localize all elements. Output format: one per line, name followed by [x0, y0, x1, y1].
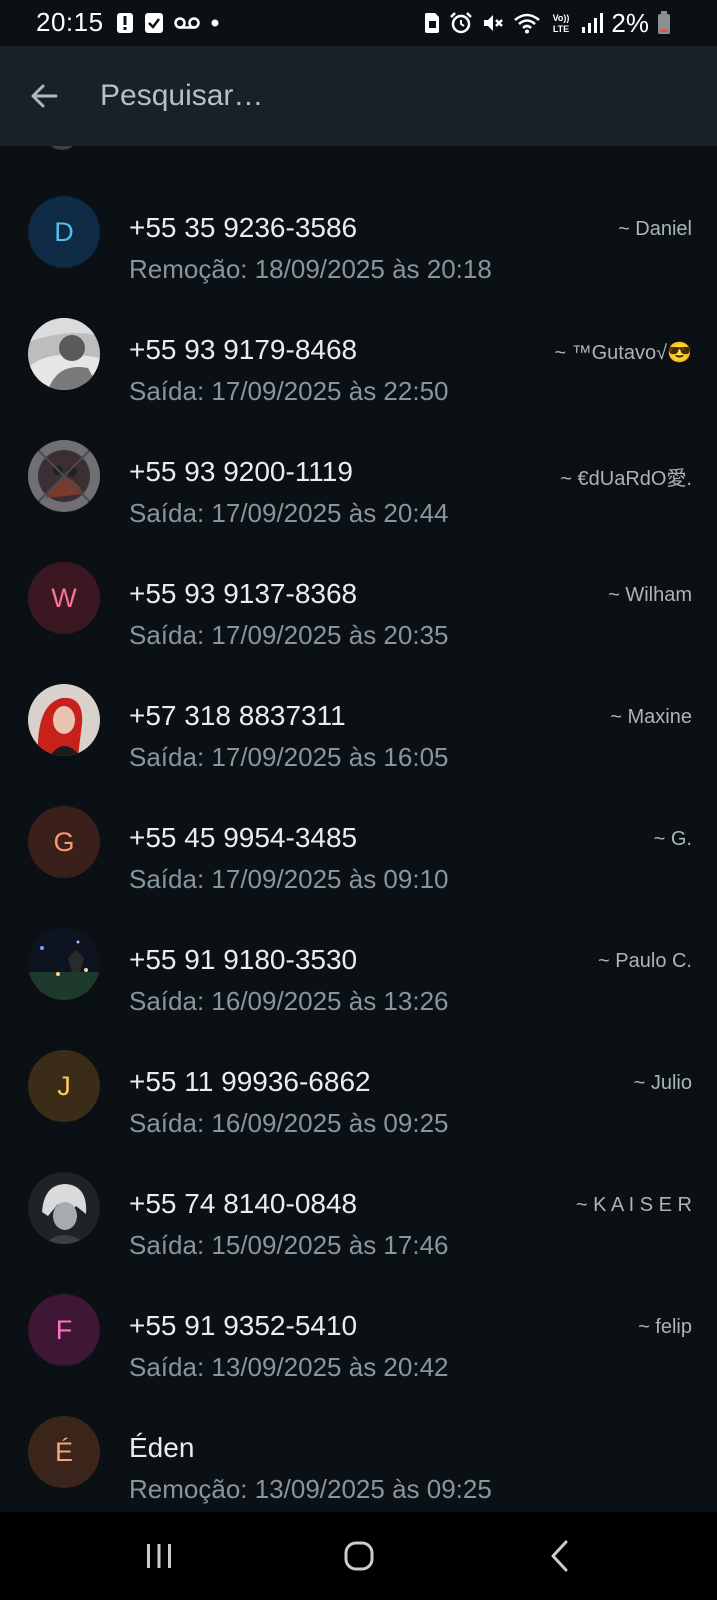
- volte-icon: Vo)) LTE: [553, 13, 570, 34]
- alarm-icon: [450, 12, 473, 34]
- back-button[interactable]: [24, 76, 64, 116]
- check-box-icon: [145, 13, 163, 33]
- avatar[interactable]: [28, 928, 100, 1000]
- signal-icon: [582, 13, 604, 33]
- contact-pushname: ~ G.: [653, 828, 692, 850]
- list-item[interactable]: +55 93 9200-1119 Saída: 17/09/2025 às 20…: [0, 410, 717, 532]
- contact-pushname: ~ felip: [638, 1316, 692, 1338]
- contact-status: Saída: 16/09/2025 às 09:25: [129, 1108, 449, 1138]
- wifi-icon: [514, 13, 541, 34]
- list-item[interactable]: +55 74 8140-0848 Saída: 15/09/2025 às 17…: [0, 1142, 717, 1264]
- contact-status: Saída: 17/09/2025 às 16:05: [129, 742, 449, 772]
- contact-pushname: ~ Maxine: [610, 706, 692, 728]
- avatar[interactable]: W: [28, 562, 100, 634]
- battery-icon: [658, 11, 670, 34]
- contact-name: Éden: [129, 1432, 195, 1463]
- avatar[interactable]: [28, 318, 100, 390]
- avatar[interactable]: [28, 684, 100, 756]
- status-system-icons: Vo)) LTE 2%: [423, 8, 671, 38]
- avatar-letter: É: [54, 1436, 73, 1467]
- mute-icon: [484, 15, 504, 31]
- contact-pushname: ~ Daniel: [618, 218, 692, 240]
- status-notification-icons: [116, 10, 220, 36]
- contact-number: +55 93 9137-8368: [129, 578, 358, 609]
- avatar[interactable]: É: [28, 1416, 100, 1488]
- contact-number: +57 318 8837311: [129, 700, 346, 731]
- search-input[interactable]: [100, 72, 680, 120]
- night-scene-photo: [28, 928, 100, 1000]
- avatar[interactable]: F: [28, 1294, 100, 1366]
- contact-number: +55 35 9236-3586: [129, 212, 358, 243]
- contact-status: Remoção: 18/09/2025 às 20:18: [129, 254, 492, 284]
- contact-status: Saída: 17/09/2025 às 20:44: [129, 498, 449, 528]
- list-item[interactable]: J +55 11 99936-6862 Saída: 16/09/2025 às…: [0, 1020, 717, 1142]
- avatar: [44, 146, 80, 150]
- dot-icon: [211, 19, 219, 27]
- contact-list[interactable]: D +55 35 9236-3586 Remoção: 18/09/2025 à…: [0, 146, 717, 1512]
- contact-pushname: ~ Paulo C.: [598, 950, 692, 972]
- list-item[interactable]: G +55 45 9954-3485 Saída: 17/09/2025 às …: [0, 776, 717, 898]
- avatar[interactable]: [28, 1172, 100, 1244]
- home-button[interactable]: [329, 1526, 389, 1586]
- search-header: [0, 46, 717, 146]
- svg-text:Vo)): Vo)): [553, 13, 570, 23]
- recent-apps-icon: [147, 1544, 171, 1568]
- contact-pushname: ~ Julio: [633, 1072, 692, 1094]
- avatar[interactable]: J: [28, 1050, 100, 1122]
- contact-status: Saída: 17/09/2025 às 20:35: [129, 620, 449, 650]
- alert-icon: [117, 13, 133, 33]
- contact-status: Saída: 15/09/2025 às 17:46: [129, 1230, 449, 1260]
- contact-status: Remoção: 13/09/2025 às 09:25: [129, 1474, 492, 1504]
- avatar-letter: G: [53, 826, 75, 857]
- avatar[interactable]: D: [28, 196, 100, 268]
- contact-pushname: ~ Wilham: [608, 584, 692, 606]
- voicemail-icon: [174, 17, 200, 29]
- contact-status: Saída: 17/09/2025 às 09:10: [129, 864, 449, 894]
- contact-pushname: ~ K A I S E R: [575, 1194, 692, 1216]
- list-item[interactable]: +57 318 8837311 Saída: 17/09/2025 às 16:…: [0, 654, 717, 776]
- dark-figure-photo: [28, 440, 100, 512]
- red-hair-photo: [28, 684, 100, 756]
- avatar[interactable]: [28, 440, 100, 512]
- contact-number: +55 91 9352-5410: [129, 1310, 358, 1341]
- contact-number: +55 74 8140-0848: [129, 1188, 358, 1219]
- contact-number: +55 91 9180-3530: [129, 944, 358, 975]
- contact-number: +55 11 99936-6862: [129, 1066, 371, 1097]
- partial-list-item: [0, 146, 717, 152]
- list-item[interactable]: D +55 35 9236-3586 Remoção: 18/09/2025 à…: [0, 166, 717, 288]
- list-item[interactable]: W +55 93 9137-8368 Saída: 17/09/2025 às …: [0, 532, 717, 654]
- svg-text:LTE: LTE: [553, 24, 569, 34]
- home-icon: [344, 1541, 374, 1571]
- contact-number: +55 93 9200-1119: [129, 456, 353, 487]
- list-item[interactable]: É Éden Remoção: 13/09/2025 às 09:25: [0, 1386, 717, 1508]
- recents-button[interactable]: [129, 1526, 189, 1586]
- contact-pushname: ~ ™Gutavo√😎: [554, 342, 692, 364]
- grayscale-photo: [28, 318, 100, 390]
- avatar-letter: W: [51, 582, 77, 613]
- contact-status: Saída: 13/09/2025 às 20:42: [129, 1352, 449, 1382]
- anime-photo: [28, 1172, 100, 1244]
- contact-status: Saída: 16/09/2025 às 13:26: [129, 986, 449, 1016]
- list-item[interactable]: +55 91 9180-3530 Saída: 16/09/2025 às 13…: [0, 898, 717, 1020]
- contact-pushname: ~ €dUaRdO愛.: [560, 468, 692, 490]
- contact-status: Saída: 17/09/2025 às 22:50: [129, 376, 449, 406]
- list-item[interactable]: +55 93 9179-8468 Saída: 17/09/2025 às 22…: [0, 288, 717, 410]
- arrow-left-icon: [31, 84, 58, 108]
- navigation-bar: [0, 1512, 717, 1600]
- avatar-letter: F: [55, 1314, 73, 1345]
- nav-back-button[interactable]: [530, 1526, 590, 1586]
- list-item[interactable]: F +55 91 9352-5410 Saída: 13/09/2025 às …: [0, 1264, 717, 1386]
- status-bar: 20:15 Vo)) LTE 2%: [0, 0, 717, 46]
- avatar[interactable]: G: [28, 806, 100, 878]
- battery-percentage: 2%: [611, 7, 649, 38]
- contact-number: +55 45 9954-3485: [129, 822, 358, 853]
- avatar-letter: J: [57, 1070, 71, 1101]
- contact-number: +55 93 9179-8468: [129, 334, 358, 365]
- status-time: 20:15: [36, 7, 104, 37]
- sim-icon: [425, 13, 440, 33]
- back-chevron-icon: [551, 1540, 568, 1572]
- avatar-letter: D: [54, 216, 74, 247]
